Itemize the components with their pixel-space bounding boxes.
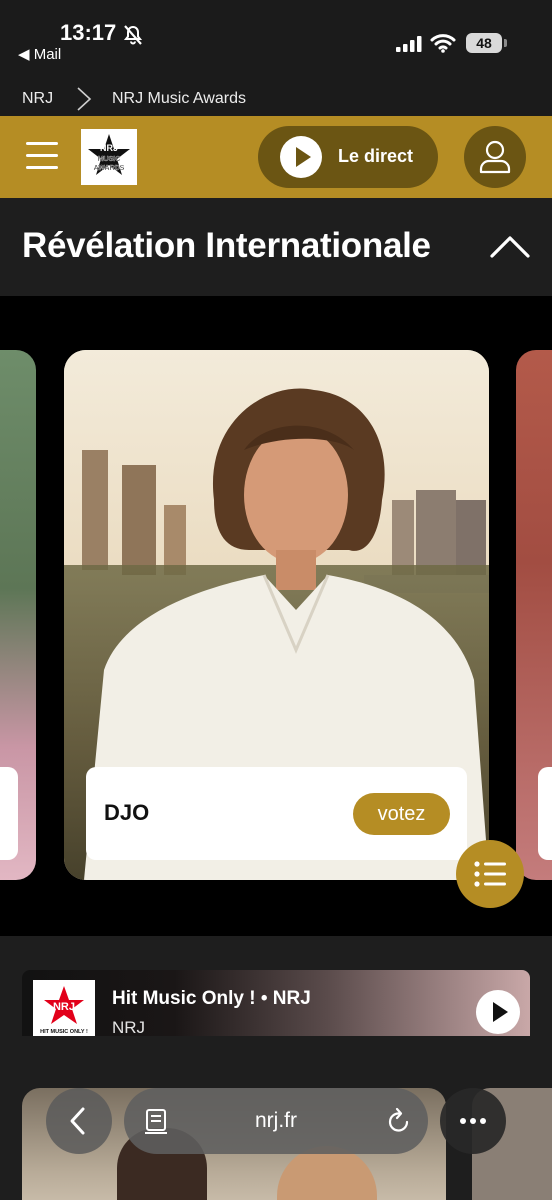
chevron-up-icon[interactable] (488, 228, 532, 262)
play-icon (280, 136, 322, 178)
site-header: NRJ MUSIC AWARDS Le direct (0, 116, 552, 198)
nrj-station-logo: NRJ HIT MUSIC ONLY ! (33, 980, 95, 1042)
chevron-left-icon (70, 1107, 85, 1135)
svg-text:NRJ: NRJ (53, 1001, 75, 1013)
back-to-app-link[interactable]: ◀ Mail (18, 45, 61, 63)
cellular-signal-icon (396, 36, 422, 52)
battery-tip (504, 39, 507, 47)
battery-indicator: 48 (466, 33, 502, 53)
player-strip: NRJ HIT MUSIC ONLY ! Hit Music Only ! • … (0, 936, 552, 1054)
player-station: NRJ (112, 1018, 146, 1037)
artist-photo-right (277, 1146, 377, 1200)
live-stream-button[interactable]: Le direct (258, 126, 438, 188)
account-button[interactable] (464, 126, 526, 188)
previous-nominee-card[interactable] (0, 350, 36, 880)
breadcrumb-item-nrj[interactable]: NRJ (22, 90, 53, 108)
browser-address-bar[interactable]: nrj.fr (124, 1088, 428, 1154)
live-stream-label: Le direct (338, 146, 414, 166)
nominee-card[interactable]: DJO votez (64, 350, 489, 880)
svg-text:AWARDS: AWARDS (94, 165, 125, 172)
nrj-music-awards-logo[interactable]: NRJ MUSIC AWARDS (81, 129, 137, 185)
svg-text:HIT MUSIC ONLY !: HIT MUSIC ONLY ! (40, 1029, 88, 1035)
nominee-carousel[interactable]: DJO votez (0, 296, 552, 936)
nominee-info-box: DJO votez (86, 767, 467, 860)
next-nominee-card[interactable] (516, 350, 552, 880)
category-header: Révélation Internationale (0, 198, 552, 296)
wifi-icon (430, 34, 456, 53)
list-view-button[interactable] (456, 840, 524, 908)
more-dots-icon (460, 1118, 486, 1124)
status-bar: 13:17 ◀ Mail 48 (0, 0, 552, 78)
breadcrumb-item-music-awards[interactable]: NRJ Music Awards (112, 90, 246, 108)
next-nominee-label-box (538, 767, 552, 860)
vote-button[interactable]: votez (353, 793, 450, 835)
breadcrumb: NRJ NRJ Music Awards (0, 78, 552, 116)
browser-more-button[interactable] (440, 1088, 506, 1154)
clock: 13:17 (60, 20, 117, 45)
chevron-right-icon (77, 87, 92, 111)
hamburger-menu-icon[interactable] (26, 142, 58, 170)
svg-text:NRJ: NRJ (100, 143, 118, 153)
browser-back-button[interactable] (46, 1088, 112, 1154)
silent-bell-icon (123, 25, 143, 45)
player-play-button[interactable] (476, 990, 520, 1034)
reload-icon[interactable] (386, 1107, 412, 1135)
artist-name: DJO (104, 800, 150, 825)
previous-nominee-label-box (0, 767, 18, 860)
svg-text:MUSIC: MUSIC (98, 156, 121, 163)
awards-logo-icon: NRJ MUSIC AWARDS (88, 134, 130, 175)
category-title: Révélation Internationale (22, 226, 431, 265)
list-icon (474, 861, 506, 887)
player-title: Hit Music Only ! • NRJ (112, 988, 311, 1009)
url-text: nrj.fr (255, 1109, 297, 1132)
user-icon (479, 140, 511, 174)
nrj-logo-icon: NRJ HIT MUSIC ONLY ! (40, 986, 88, 1035)
